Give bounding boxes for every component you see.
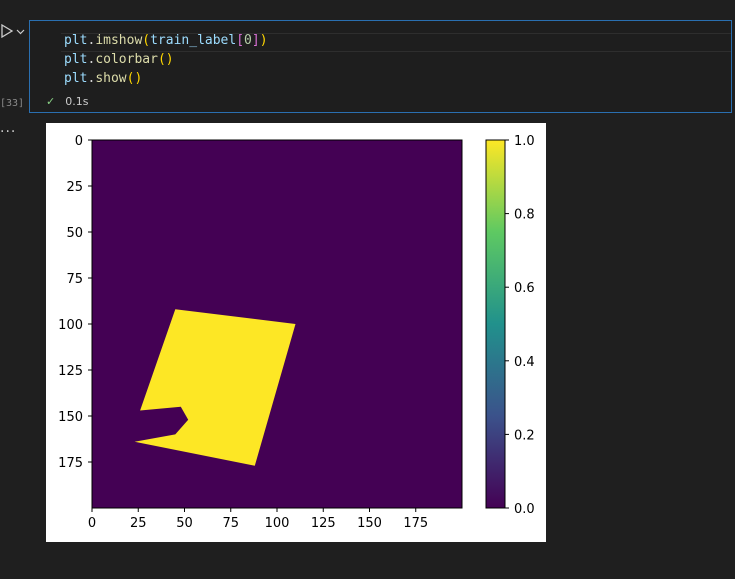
code-token: )	[259, 33, 268, 48]
y-tick-label: 100	[58, 318, 83, 333]
colorbar	[485, 139, 506, 509]
x-tick-label: 150	[357, 516, 382, 531]
colorbar-tick-label: 1.0	[514, 134, 535, 149]
y-tick-label: 150	[58, 410, 83, 425]
y-tick-label: 0	[75, 134, 83, 149]
x-tick-label: 50	[176, 516, 193, 531]
x-tick-label: 25	[130, 516, 147, 531]
run-icon[interactable]	[0, 24, 14, 38]
code-line: plt.show()	[64, 69, 268, 88]
colorbar-tick-label: 0.4	[514, 355, 535, 370]
code-token: ]	[251, 33, 260, 48]
y-tick-label: 175	[58, 456, 83, 471]
chevron-down-icon[interactable]	[16, 27, 25, 36]
colorbar-tick-label: 0.6	[514, 281, 535, 296]
code-token: [	[236, 33, 245, 48]
execution-count: [33]	[0, 98, 25, 109]
code-token: )	[165, 52, 174, 67]
code-line: plt.imshow(train_label[0])	[64, 31, 268, 50]
y-tick-label: 75	[66, 272, 83, 287]
code-token: (	[142, 33, 151, 48]
code-line: plt.colorbar()	[64, 50, 268, 69]
more-actions-icon[interactable]: ...	[0, 120, 16, 136]
colorbar-tick-label: 0.0	[514, 502, 535, 517]
code-token: colorbar	[95, 52, 158, 67]
cell-output: 0 25 50 75 100 125 150 175 0 25 50 75 100 125 150 175 0.…	[46, 123, 546, 542]
code-token: 0	[244, 33, 252, 48]
code-token: (	[157, 52, 166, 67]
code-token: plt	[64, 71, 88, 86]
y-tick-label: 50	[66, 226, 83, 241]
colorbar-tick-label: 0.8	[514, 208, 535, 223]
code-token: )	[134, 71, 143, 86]
x-tick-label: 125	[311, 516, 336, 531]
code-cell[interactable]: plt.imshow(train_label[0]) plt.colorbar()…	[29, 20, 732, 113]
x-tick-label: 175	[403, 516, 428, 531]
code-token: train_label	[150, 33, 237, 48]
x-tick-label: 100	[265, 516, 290, 531]
y-tick-label: 25	[66, 180, 83, 195]
colorbar-tick-label: 0.2	[514, 428, 535, 443]
code-editor[interactable]: plt.imshow(train_label[0]) plt.colorbar()…	[64, 31, 268, 88]
execution-time: 0.1s	[65, 95, 89, 108]
code-token: plt	[64, 33, 88, 48]
y-tick-label: 125	[58, 364, 83, 379]
x-tick-label: 75	[222, 516, 239, 531]
code-token: plt	[64, 52, 88, 67]
x-tick-label: 0	[88, 516, 96, 531]
check-icon: ✓	[46, 95, 56, 108]
heatmap-plot: 0 25 50 75 100 125 150 175 0 25 50 75 100 125 150 175 0.…	[58, 134, 535, 531]
code-token: imshow	[95, 33, 143, 48]
code-token: show	[95, 71, 127, 86]
execution-status: ✓ 0.1s	[46, 95, 88, 108]
